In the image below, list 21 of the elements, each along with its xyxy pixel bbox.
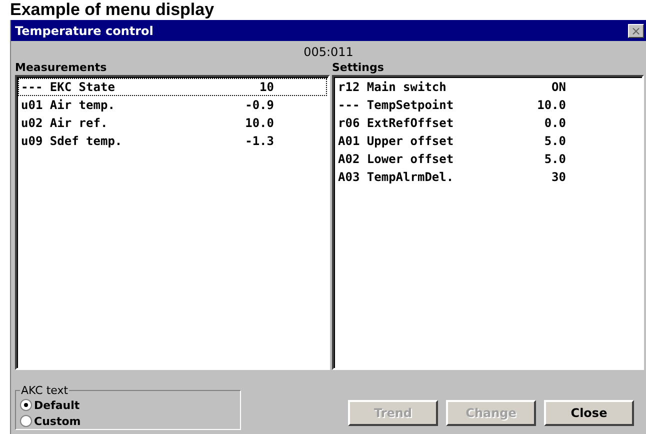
list-item[interactable]: r12 Main switch ON [335,78,641,96]
radio-icon[interactable] [20,415,32,427]
list-item[interactable]: r06 ExtRefOffset 0.0 [335,114,641,132]
address-label: 005:011 [304,45,354,59]
radio-option[interactable]: Custom [20,413,236,429]
page-heading: Example of menu display [9,0,214,20]
list-item[interactable]: A02 Lower offset 5.0 [335,150,641,168]
column-heading: Measurements [15,61,107,75]
list-item[interactable]: A01 Upper offset 5.0 [335,132,641,150]
list-item[interactable]: --- EKC State 10 [18,78,327,96]
radio-icon[interactable] [20,399,32,411]
window-title: Temperature control [15,24,154,38]
list-item[interactable]: u09 Sdef temp. -1.3 [18,132,327,150]
dialog-button[interactable]: Close [544,400,634,426]
radio-option[interactable]: Default [20,397,236,413]
column-heading: Settings [332,61,384,75]
group-legend: AKC text [20,384,70,397]
list-item[interactable]: --- TempSetpoint 10.0 [335,96,641,114]
list-item[interactable]: u02 Air ref. 10.0 [18,114,327,132]
list-item[interactable]: u01 Air temp. -0.9 [18,96,327,114]
list-item[interactable]: A03 TempAlrmDel. 30 [335,168,641,186]
